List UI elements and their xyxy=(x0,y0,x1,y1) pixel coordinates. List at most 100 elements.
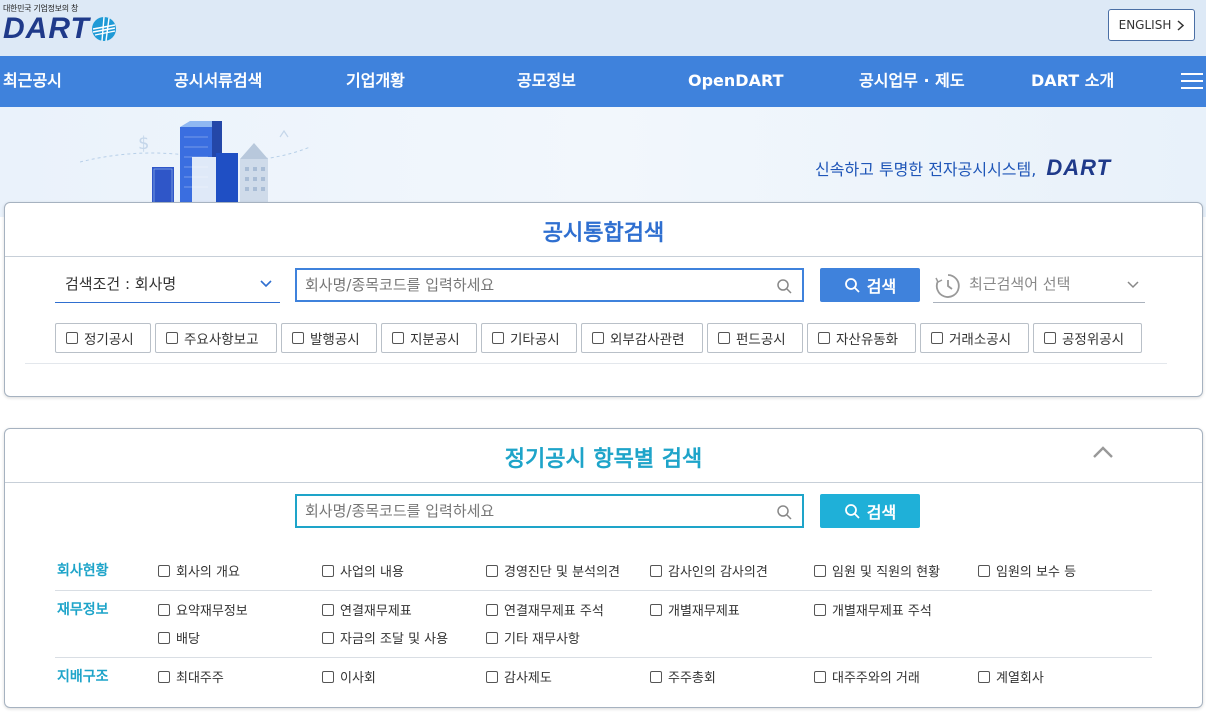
checkbox-icon xyxy=(322,564,334,577)
option-board[interactable]: 이사회 xyxy=(322,667,376,686)
periodic-search-title: 정기공시 항목별 검색 xyxy=(504,447,703,472)
chevron-down-icon xyxy=(260,280,272,288)
nav-disclosure-system[interactable]: 공시업무 · 제도 xyxy=(859,56,965,107)
nav-document-search[interactable]: 공시서류검색 xyxy=(174,56,262,107)
option-executives-employees[interactable]: 임원 및 직원의 현황 xyxy=(814,561,940,580)
option-consolidated-fs[interactable]: 연결재무제표 xyxy=(322,600,412,619)
checkbox-icon xyxy=(814,603,826,616)
filter-label: 공정위공시 xyxy=(1062,332,1125,348)
filter-label: 자산유동화 xyxy=(836,332,899,348)
checkbox-icon xyxy=(66,332,78,344)
filter-ftc[interactable]: 공정위공시 xyxy=(1033,323,1142,353)
option-executive-compensation[interactable]: 임원의 보수 등 xyxy=(978,561,1076,580)
checkbox-icon xyxy=(492,332,504,344)
option-major-shareholder-transactions[interactable]: 대주주와의 거래 xyxy=(814,667,920,686)
group-label-company-status: 회사현황 xyxy=(57,563,109,579)
filter-label: 거래소공시 xyxy=(949,332,1012,348)
checkbox-icon xyxy=(158,564,170,577)
nav-offering-info[interactable]: 공모정보 xyxy=(517,56,576,107)
search-button[interactable]: 검색 xyxy=(820,268,920,302)
english-button[interactable]: ENGLISH xyxy=(1108,9,1195,41)
option-label: 사업의 내용 xyxy=(340,565,404,580)
nav-about-dart[interactable]: DART 소개 xyxy=(1031,56,1114,107)
checkbox-icon xyxy=(158,603,170,616)
option-other-financial[interactable]: 기타 재무사항 xyxy=(486,628,580,647)
checkbox-icon xyxy=(322,631,334,644)
option-label: 자금의 조달 및 사용 xyxy=(340,632,449,647)
checkbox-icon xyxy=(650,670,662,683)
option-separate-fs-notes[interactable]: 개별재무제표 주석 xyxy=(814,600,932,619)
nav-recent-disclosure[interactable]: 최근공시 xyxy=(3,56,62,107)
filter-periodic[interactable]: 정기공시 xyxy=(55,323,151,353)
checkbox-icon xyxy=(166,332,178,344)
filter-exchange[interactable]: 거래소공시 xyxy=(920,323,1029,353)
option-md-and-a[interactable]: 경영진단 및 분석의견 xyxy=(486,561,620,580)
filter-label: 외부감사관련 xyxy=(610,332,685,348)
tagline-text: 신속하고 투명한 전자공시시스템, xyxy=(815,160,1037,179)
top-header: 대한민국 기업정보의 창 DART ENGLISH xyxy=(0,0,1206,56)
company-search-input[interactable]: 회사명/종목코드를 입력하세요 xyxy=(295,268,804,302)
search-icon xyxy=(844,278,860,293)
panel-divider xyxy=(5,482,1202,483)
filter-issuance[interactable]: 발행공시 xyxy=(281,323,377,353)
option-label: 최대주주 xyxy=(176,671,224,686)
option-audit-system[interactable]: 감사제도 xyxy=(486,667,552,686)
filter-equity[interactable]: 지분공시 xyxy=(381,323,477,353)
option-funding-usage[interactable]: 자금의 조달 및 사용 xyxy=(322,628,448,647)
option-consolidated-fs-notes[interactable]: 연결재무제표 주석 xyxy=(486,600,604,619)
checkbox-icon xyxy=(592,332,604,344)
checkbox-icon xyxy=(718,332,730,344)
search-icon xyxy=(777,279,792,294)
filter-asset-securitization[interactable]: 자산유동화 xyxy=(807,323,916,353)
panel-divider xyxy=(5,256,1202,257)
filter-external-audit[interactable]: 외부감사관련 xyxy=(581,323,703,353)
option-largest-shareholder[interactable]: 최대주주 xyxy=(158,667,224,686)
nav-company-overview[interactable]: 기업개황 xyxy=(346,56,405,107)
chevron-right-icon xyxy=(1177,19,1185,31)
option-affiliates[interactable]: 계열회사 xyxy=(978,667,1044,686)
globe-icon xyxy=(91,16,116,42)
filter-major-events[interactable]: 주요사항보고 xyxy=(155,323,277,353)
checkbox-icon xyxy=(650,603,662,616)
chevron-up-icon[interactable] xyxy=(1092,445,1114,459)
search-placeholder: 회사명/종목코드를 입력하세요 xyxy=(305,502,495,520)
checkbox-icon xyxy=(814,564,826,577)
checkbox-icon xyxy=(322,670,334,683)
checkbox-icon xyxy=(392,332,404,344)
dart-logo[interactable]: 대한민국 기업정보의 창 DART xyxy=(3,3,117,44)
search-icon xyxy=(777,505,792,520)
option-shareholders-meeting[interactable]: 주주총회 xyxy=(650,667,716,686)
chevron-down-icon xyxy=(1127,281,1139,289)
periodic-search-input[interactable]: 회사명/종목코드를 입력하세요 xyxy=(295,494,804,528)
option-separate-fs[interactable]: 개별재무제표 xyxy=(650,600,740,619)
group-label-governance: 지배구조 xyxy=(57,669,109,685)
option-dividends[interactable]: 배당 xyxy=(158,628,200,647)
periodic-search-panel: 정기공시 항목별 검색 회사명/종목코드를 입력하세요 검색 회사현황 회사의 … xyxy=(4,428,1203,708)
option-label: 연결재무제표 주석 xyxy=(504,604,604,619)
option-label: 요약재무정보 xyxy=(176,604,248,619)
option-label: 감사제도 xyxy=(504,671,552,686)
search-condition-select[interactable]: 검색조건 : 회사명 xyxy=(55,267,280,303)
option-business-contents[interactable]: 사업의 내용 xyxy=(322,561,404,580)
filter-label: 펀드공시 xyxy=(736,332,786,348)
option-label: 개별재무제표 xyxy=(668,604,740,619)
checkbox-icon xyxy=(650,564,662,577)
option-label: 이사회 xyxy=(340,671,376,686)
periodic-search-button[interactable]: 검색 xyxy=(820,494,920,528)
filter-other[interactable]: 기타공시 xyxy=(481,323,577,353)
english-label: ENGLISH xyxy=(1118,18,1172,32)
checkbox-icon xyxy=(814,670,826,683)
recent-search-select[interactable]: 최근검색어 선택 xyxy=(933,267,1145,303)
tagline-brand: DART xyxy=(1046,155,1112,180)
search-icon xyxy=(844,504,860,519)
option-company-overview[interactable]: 회사의 개요 xyxy=(158,561,240,580)
option-summary-financials[interactable]: 요약재무정보 xyxy=(158,600,248,619)
checkbox-icon xyxy=(1044,332,1056,344)
option-auditor-opinion[interactable]: 감사인의 감사의견 xyxy=(650,561,768,580)
filter-fund[interactable]: 펀드공시 xyxy=(707,323,803,353)
main-nav: 최근공시 공시서류검색 기업개황 공모정보 OpenDART 공시업무 · 제도… xyxy=(0,56,1206,107)
checkbox-icon xyxy=(978,670,990,683)
menu-icon[interactable] xyxy=(1181,73,1203,90)
filter-label: 주요사항보고 xyxy=(184,332,259,348)
nav-opendart[interactable]: OpenDART xyxy=(688,56,783,107)
